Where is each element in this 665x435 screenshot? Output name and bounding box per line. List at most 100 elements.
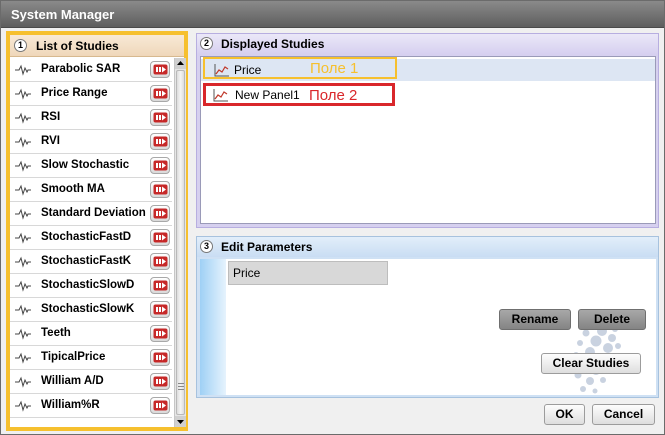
- add-study-button[interactable]: [150, 181, 170, 198]
- rename-button[interactable]: Rename: [499, 309, 571, 330]
- study-label: TipicalPrice: [41, 351, 106, 363]
- ok-button[interactable]: OK: [544, 404, 585, 425]
- add-arrow-icon: [153, 208, 168, 219]
- add-study-button[interactable]: [150, 133, 170, 150]
- study-label: StochasticFastD: [41, 231, 132, 243]
- waveform-icon: [15, 232, 31, 244]
- study-label: Standard Deviation: [41, 207, 146, 219]
- add-arrow-icon: [153, 280, 168, 291]
- list-of-studies-panel: 1 List of Studies Parabolic SAR Price Ran…: [6, 31, 188, 431]
- add-study-button[interactable]: [150, 349, 170, 366]
- chart-line-icon: [213, 89, 228, 102]
- decorative-stripe: [200, 259, 226, 395]
- waveform-icon: [15, 88, 31, 100]
- add-study-button[interactable]: [150, 61, 170, 78]
- study-list-item[interactable]: StochasticSlowD: [10, 274, 172, 298]
- edit-parameters-body: Price Rename Delete Clear Studies: [200, 259, 656, 395]
- scroll-up-arrow-icon[interactable]: [175, 58, 186, 69]
- edit-parameters-title: Edit Parameters: [221, 240, 313, 254]
- study-list-item[interactable]: William A/D: [10, 370, 172, 394]
- step-number-badge: 2: [200, 37, 213, 50]
- study-label: Parabolic SAR: [41, 63, 121, 75]
- study-label: Price Range: [41, 87, 108, 99]
- window-title: System Manager: [1, 1, 664, 28]
- add-study-button[interactable]: [150, 301, 170, 318]
- add-study-button[interactable]: [150, 373, 170, 390]
- study-name-field[interactable]: Price: [228, 261, 388, 285]
- add-study-button[interactable]: [150, 277, 170, 294]
- study-list-item[interactable]: RSI: [10, 106, 172, 130]
- study-label: Slow Stochastic: [41, 159, 130, 171]
- study-label: Smooth MA: [41, 183, 105, 195]
- waveform-icon: [15, 304, 31, 316]
- add-study-button[interactable]: [150, 325, 170, 342]
- add-arrow-icon: [153, 184, 168, 195]
- field-1-annotation: Поле 1: [310, 60, 359, 77]
- add-study-button[interactable]: [150, 253, 170, 270]
- scroll-down-arrow-icon[interactable]: [175, 416, 186, 427]
- list-of-studies-title: List of Studies: [36, 39, 119, 53]
- add-arrow-icon: [153, 64, 168, 75]
- step-number-badge: 3: [200, 240, 213, 253]
- add-study-button[interactable]: [150, 205, 170, 222]
- study-label: William%R: [41, 399, 100, 411]
- field-1-highlight: Поле 1: [203, 57, 397, 79]
- study-list-item[interactable]: Price Range: [10, 82, 172, 106]
- study-list-item[interactable]: TipicalPrice: [10, 346, 172, 370]
- study-list-item[interactable]: StochasticFastD: [10, 226, 172, 250]
- study-list-item[interactable]: Parabolic SAR: [10, 58, 172, 82]
- study-label: StochasticSlowK: [41, 303, 135, 315]
- study-list-item[interactable]: RVI: [10, 130, 172, 154]
- add-arrow-icon: [153, 352, 168, 363]
- waveform-icon: [15, 352, 31, 364]
- add-arrow-icon: [153, 328, 168, 339]
- add-study-button[interactable]: [150, 109, 170, 126]
- waveform-icon: [15, 136, 31, 148]
- study-list-item[interactable]: Slow Stochastic: [10, 154, 172, 178]
- step-number-badge: 1: [14, 39, 27, 52]
- study-label: StochasticFastK: [41, 255, 132, 267]
- waveform-icon: [15, 160, 31, 172]
- study-list-item[interactable]: StochasticFastK: [10, 250, 172, 274]
- scroll-grip-icon: [178, 383, 184, 384]
- waveform-icon: [15, 256, 31, 268]
- study-list-scrollbar[interactable]: [174, 58, 186, 427]
- add-arrow-icon: [153, 304, 168, 315]
- edit-parameters-header: 3 Edit Parameters: [197, 237, 658, 257]
- add-arrow-icon: [153, 136, 168, 147]
- waveform-icon: [15, 64, 31, 76]
- study-label: RVI: [41, 135, 60, 147]
- add-study-button[interactable]: [150, 85, 170, 102]
- clear-studies-button[interactable]: Clear Studies: [541, 353, 641, 374]
- study-label: Teeth: [41, 327, 71, 339]
- waveform-icon: [15, 208, 31, 220]
- displayed-studies-header: 2 Displayed Studies: [197, 34, 658, 54]
- study-list: Parabolic SAR Price Range RSI RVI Slow Stoch…: [10, 58, 172, 427]
- add-arrow-icon: [153, 376, 168, 387]
- study-label: StochasticSlowD: [41, 279, 135, 291]
- study-list-item[interactable]: Smooth MA: [10, 178, 172, 202]
- study-list-item[interactable]: Teeth: [10, 322, 172, 346]
- scroll-thumb[interactable]: [176, 70, 185, 415]
- system-manager-window: System Manager 1 List of Studies Parabol…: [0, 0, 665, 435]
- study-label: RSI: [41, 111, 61, 123]
- displayed-studies-panel: 2 Displayed Studies Price Поле 1 New Pan…: [196, 33, 659, 228]
- add-study-button[interactable]: [150, 157, 170, 174]
- study-list-item[interactable]: William%R: [10, 394, 172, 418]
- waveform-icon: [15, 376, 31, 388]
- displayed-studies-title: Displayed Studies: [221, 37, 325, 51]
- field-2-highlight[interactable]: New Panel1 Поле 2: [203, 83, 395, 106]
- study-label: William A/D: [41, 375, 104, 387]
- add-arrow-icon: [153, 112, 168, 123]
- add-study-button[interactable]: [150, 229, 170, 246]
- waveform-icon: [15, 400, 31, 412]
- study-list-item[interactable]: Standard Deviation: [10, 202, 172, 226]
- waveform-icon: [15, 328, 31, 340]
- delete-button[interactable]: Delete: [578, 309, 646, 330]
- field-2-annotation: Поле 2: [309, 87, 358, 104]
- cancel-button[interactable]: Cancel: [592, 404, 655, 425]
- study-list-item[interactable]: StochasticSlowK: [10, 298, 172, 322]
- add-study-button[interactable]: [150, 397, 170, 414]
- add-arrow-icon: [153, 256, 168, 267]
- add-arrow-icon: [153, 88, 168, 99]
